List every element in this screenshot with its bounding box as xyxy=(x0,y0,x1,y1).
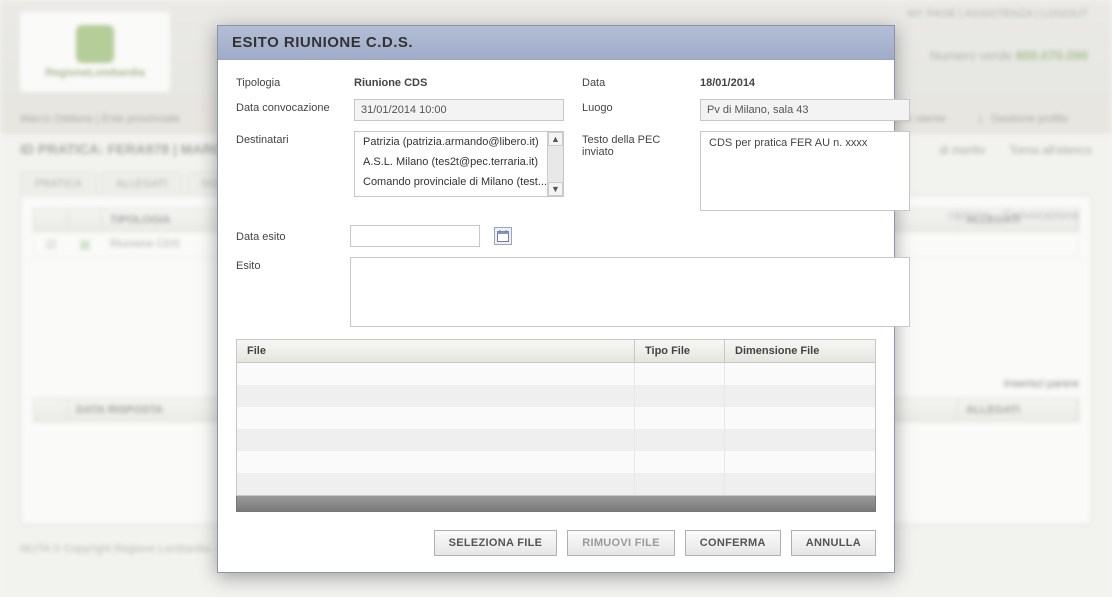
listbox-scrollbar[interactable]: ▲ ▼ xyxy=(547,132,563,196)
label-data-convocazione: Data convocazione xyxy=(236,99,336,114)
table-row[interactable] xyxy=(237,363,875,385)
table-row[interactable] xyxy=(237,429,875,451)
label-luogo: Luogo xyxy=(582,99,682,114)
listbox-destinatari[interactable]: Patrizia (patrizia.armando@libero.it) A.… xyxy=(354,131,564,197)
table-row[interactable] xyxy=(237,451,875,473)
scroll-up-icon[interactable]: ▲ xyxy=(548,132,563,146)
seleziona-file-button[interactable]: SELEZIONA FILE xyxy=(434,530,558,556)
textarea-esito[interactable] xyxy=(350,257,910,327)
input-luogo xyxy=(700,99,910,121)
value-data: 18/01/2014 xyxy=(700,74,910,89)
file-table-hdr-dim: Dimensione File xyxy=(725,340,875,362)
table-row[interactable] xyxy=(237,407,875,429)
table-row[interactable] xyxy=(237,385,875,407)
file-table: File Tipo File Dimensione File xyxy=(236,339,876,496)
list-item[interactable]: Comando provinciale di Milano (test... xyxy=(355,172,563,192)
textarea-testo-pec: CDS per pratica FER AU n. xxxx xyxy=(700,131,910,211)
file-table-hscrollbar[interactable] xyxy=(236,496,876,512)
modal-overlay: ESITO RIUNIONE C.D.S. Tipologia Riunione… xyxy=(0,0,1112,597)
file-table-hdr-tipo: Tipo File xyxy=(635,340,725,362)
input-data-esito[interactable] xyxy=(350,225,480,247)
label-tipologia: Tipologia xyxy=(236,74,336,89)
modal-title: ESITO RIUNIONE C.D.S. xyxy=(218,26,894,60)
label-data: Data xyxy=(582,74,682,89)
annulla-button[interactable]: ANNULLA xyxy=(791,530,876,556)
scroll-down-icon[interactable]: ▼ xyxy=(548,182,563,196)
calendar-icon[interactable] xyxy=(494,227,512,245)
list-item[interactable]: A.S.L. Milano (tes2t@pec.terraria.it) xyxy=(355,152,563,172)
label-testo-pec: Testo della PEC inviato xyxy=(582,131,682,158)
table-row[interactable] xyxy=(237,473,875,495)
input-data-convocazione xyxy=(354,99,564,121)
label-esito: Esito xyxy=(236,257,336,327)
rimuovi-file-button[interactable]: RIMUOVI FILE xyxy=(567,530,675,556)
list-item[interactable]: Patrizia (patrizia.armando@libero.it) xyxy=(355,132,563,152)
modal-esito-riunione: ESITO RIUNIONE C.D.S. Tipologia Riunione… xyxy=(217,25,895,573)
value-tipologia: Riunione CDS xyxy=(354,74,564,89)
conferma-button[interactable]: CONFERMA xyxy=(685,530,781,556)
label-data-esito: Data esito xyxy=(236,228,336,243)
file-table-hdr-file: File xyxy=(237,340,635,362)
label-destinatari: Destinatari xyxy=(236,131,336,146)
